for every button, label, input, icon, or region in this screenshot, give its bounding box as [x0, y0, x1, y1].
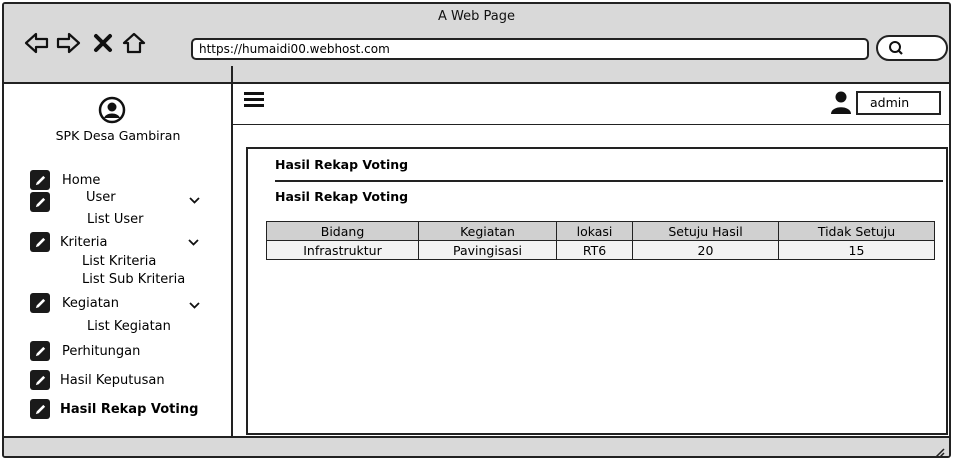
edit-icon [30, 293, 50, 313]
sidebar-item-home[interactable]: Home [30, 170, 100, 190]
sidebar-item-kriteria[interactable]: Kriteria [30, 232, 108, 252]
browser-search-box[interactable] [876, 35, 948, 61]
title-divider [275, 180, 943, 182]
column-header: lokasi [556, 221, 633, 241]
column-header: Bidang [266, 221, 419, 241]
avatar [98, 96, 126, 124]
edit-icon [30, 341, 50, 361]
close-x-icon[interactable] [90, 28, 116, 58]
sidebar-item-label: Kegiatan [62, 295, 120, 311]
sidebar-item-list-sub-kriteria[interactable]: List Sub Kriteria [82, 272, 185, 287]
hamburger-menu-icon[interactable] [244, 92, 264, 108]
sidebar-item-label: Hasil Rekap Voting [60, 401, 199, 417]
sidebar-item-label: Hasil Keputusan [60, 372, 165, 388]
user-name-field[interactable]: admin [856, 91, 941, 115]
voting-table: Bidang Kegiatan lokasi Setuju Hasil Tida… [266, 221, 935, 260]
sidebar-item-hasil-rekap-voting[interactable]: Hasil Rekap Voting [30, 399, 198, 419]
brand-name: SPK Desa Gambiran [55, 128, 181, 143]
page-title: Hasil Rekap Voting [275, 157, 409, 172]
url-bar[interactable]: https://humaidi00.webhost.com [191, 38, 869, 60]
sidebar: SPK Desa Gambiran Home User List User Kr… [4, 84, 232, 432]
user-icon [831, 91, 851, 114]
sidebar-item-list-kriteria[interactable]: List Kriteria [82, 254, 156, 269]
edit-icon [30, 192, 50, 212]
sidebar-item-list-kegiatan[interactable]: List Kegiatan [87, 319, 171, 334]
sidebar-item-label: Kriteria [60, 234, 108, 250]
back-arrow-icon[interactable] [24, 28, 50, 58]
sidebar-item-label: Perhitungan [62, 343, 141, 359]
header-divider [233, 124, 949, 125]
table-cell: 15 [778, 240, 935, 260]
sidebar-item-kegiatan[interactable]: Kegiatan [30, 293, 119, 313]
column-header: Kegiatan [418, 221, 557, 241]
edit-icon [30, 399, 50, 419]
table-cell: RT6 [556, 240, 633, 260]
table-header-row: Bidang Kegiatan lokasi Setuju Hasil Tida… [266, 221, 935, 241]
table-row: Infrastruktur Pavingisasi RT6 20 15 [266, 240, 935, 260]
sidebar-item-list-user[interactable]: List User [87, 212, 144, 227]
chevron-down-icon[interactable] [189, 197, 200, 204]
content-panel: Hasil Rekap Voting Hasil Rekap Voting Bi… [246, 147, 948, 435]
table-cell: 20 [632, 240, 779, 260]
column-header: Setuju Hasil [632, 221, 779, 241]
sidebar-item-user[interactable]: User [30, 189, 116, 212]
status-bar [4, 436, 949, 458]
sidebar-item-hasil-keputusan[interactable]: Hasil Keputusan [30, 370, 165, 390]
edit-icon [30, 232, 50, 252]
section-title: Hasil Rekap Voting [275, 189, 409, 204]
sidebar-divider [231, 66, 233, 436]
sidebar-item-label: Home [62, 172, 101, 188]
search-icon [889, 41, 903, 55]
home-icon[interactable] [121, 28, 147, 58]
forward-arrow-icon[interactable] [55, 28, 81, 58]
sidebar-item-label: User [86, 189, 116, 205]
column-header: Tidak Setuju [778, 221, 935, 241]
table-cell: Pavingisasi [418, 240, 557, 260]
resize-grip-icon[interactable] [933, 446, 945, 458]
title-bar: A Web Page https://humaidi00.webhost.com [4, 4, 949, 84]
edit-icon [30, 170, 50, 190]
browser-window: A Web Page https://humaidi00.webhost.com [2, 2, 951, 458]
table-cell: Infrastruktur [266, 240, 419, 260]
window-title: A Web Page [438, 9, 515, 24]
chevron-down-icon[interactable] [189, 302, 200, 309]
edit-icon [30, 370, 50, 390]
sidebar-item-perhitungan[interactable]: Perhitungan [30, 341, 140, 361]
chevron-down-icon[interactable] [188, 239, 199, 246]
